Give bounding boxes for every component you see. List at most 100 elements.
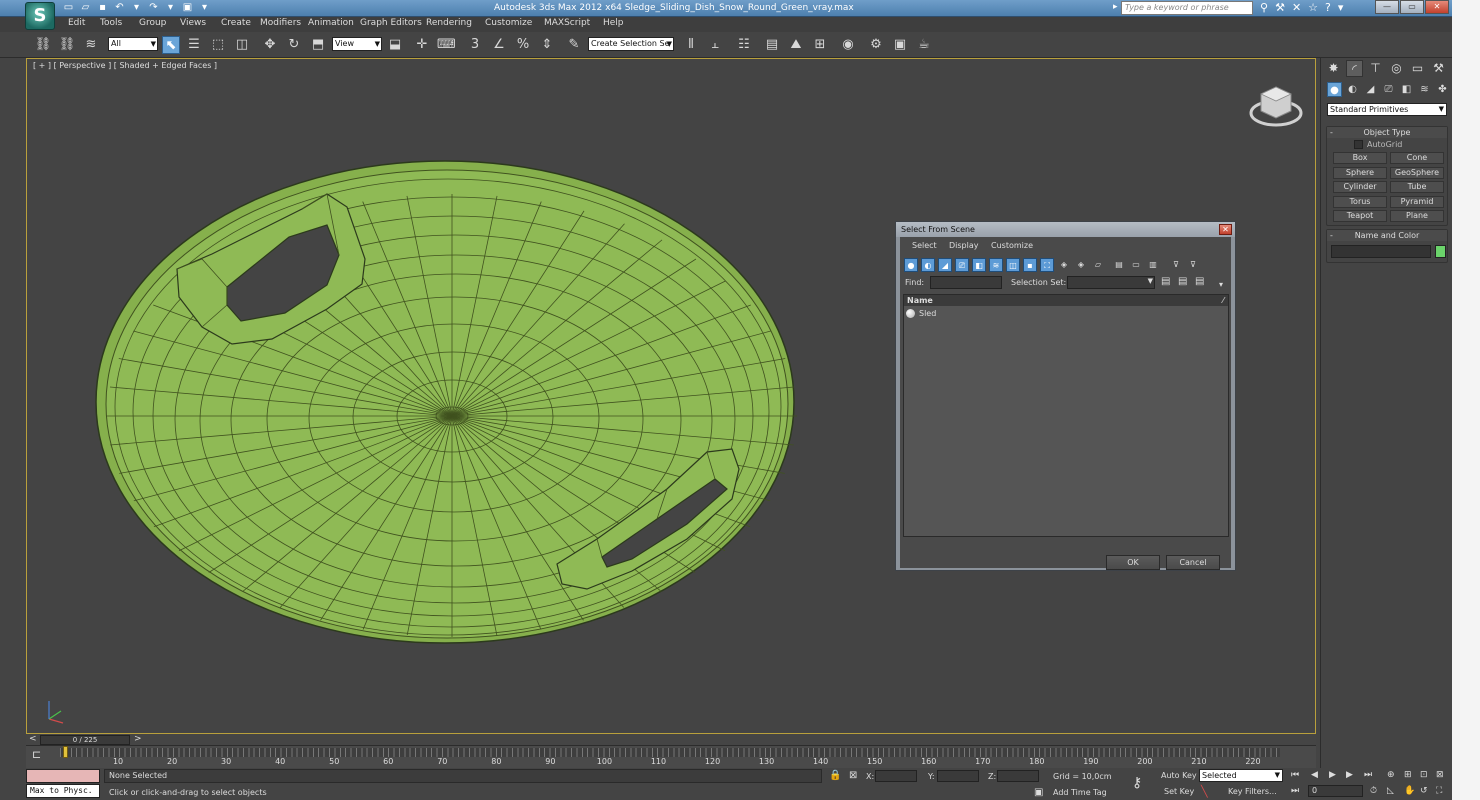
primitive-category-dropdown[interactable]: Standard Primitives ▼ <box>1327 103 1447 116</box>
sphere-button[interactable]: Sphere <box>1333 167 1387 179</box>
x-coordinate-field[interactable] <box>875 770 917 782</box>
open-file-icon[interactable]: ▱ <box>79 2 92 14</box>
select-invert-icon[interactable]: ▥ <box>1146 258 1160 272</box>
lights-icon[interactable]: ◢ <box>1363 82 1378 97</box>
move-icon[interactable]: ✥ <box>261 36 279 54</box>
pivot-center-icon[interactable]: ⬓ <box>386 36 404 54</box>
curve-editor-mini-icon[interactable]: ⊏ <box>32 748 41 761</box>
unlink-icon[interactable]: ⛓ <box>58 36 76 54</box>
menu-maxscript[interactable]: MAXScript <box>544 18 590 28</box>
help-dropdown-icon[interactable]: ▾ <box>1338 1 1344 15</box>
display-bones-icon[interactable]: ⛶ <box>1040 258 1054 272</box>
menu-graph-editors[interactable]: Graph Editors <box>360 18 422 28</box>
object-color-swatch[interactable] <box>1435 245 1446 258</box>
torus-button[interactable]: Torus <box>1333 196 1387 208</box>
current-frame-marker[interactable] <box>63 746 68 758</box>
hierarchy-tab-icon[interactable]: ⊤ <box>1367 60 1384 77</box>
snaps-toggle-icon[interactable]: 3 <box>466 36 484 54</box>
menu-rendering[interactable]: Rendering <box>426 18 472 28</box>
minimize-button[interactable]: — <box>1375 0 1399 14</box>
go-to-end-icon[interactable]: ⏭ <box>1364 770 1372 780</box>
percent-snap-icon[interactable]: % <box>514 36 532 54</box>
display-lights-icon[interactable]: ◢ <box>938 258 952 272</box>
keyboard-shortcut-override-icon[interactable]: ⌨ <box>437 36 456 54</box>
dialog-menu-display[interactable]: Display <box>949 241 979 250</box>
edit-named-selection-icon[interactable]: ✎ <box>565 36 583 54</box>
align-icon[interactable]: ⫠ <box>706 36 724 54</box>
plane-button[interactable]: Plane <box>1390 210 1444 222</box>
find-input[interactable] <box>930 276 1002 289</box>
set-key-button[interactable]: Set Key <box>1164 787 1194 796</box>
display-xrefs-icon[interactable]: ▪ <box>1023 258 1037 272</box>
maxscript-listener-output[interactable] <box>26 769 100 783</box>
mirror-icon[interactable]: ⫴ <box>682 36 700 54</box>
list-item[interactable]: Sled <box>904 308 1228 319</box>
previous-frame-icon[interactable]: ◀ <box>1311 770 1318 780</box>
curve-editor-icon[interactable]: ⛰ <box>787 36 805 54</box>
go-to-start-icon[interactable]: ⏮ <box>1291 770 1299 780</box>
select-manipulate-icon[interactable]: ✛ <box>413 36 431 54</box>
dialog-menu-customize[interactable]: Customize <box>991 241 1033 250</box>
modify-tab-icon[interactable]: ◜ <box>1346 60 1363 77</box>
select-object-icon[interactable]: ⬉ <box>162 36 180 54</box>
motion-tab-icon[interactable]: ◎ <box>1388 60 1405 77</box>
new-file-icon[interactable]: ▭ <box>62 2 75 14</box>
window-crossing-icon[interactable]: ◫ <box>233 36 251 54</box>
ok-button[interactable]: OK <box>1106 555 1160 570</box>
next-frame-icon[interactable]: > <box>134 734 142 744</box>
field-of-view-icon[interactable]: ◺ <box>1387 786 1394 796</box>
toolbar-overflow-icon[interactable]: ▾ <box>1219 280 1223 289</box>
angle-snap-icon[interactable]: ∠ <box>490 36 508 54</box>
systems-icon[interactable]: ✤ <box>1435 82 1450 97</box>
time-slider[interactable]: 0 / 225 <box>40 735 130 745</box>
tube-button[interactable]: Tube <box>1390 181 1444 193</box>
menu-views[interactable]: Views <box>180 18 206 28</box>
geometry-icon[interactable]: ● <box>1327 82 1342 97</box>
display-helpers-icon[interactable]: ◧ <box>972 258 986 272</box>
key-mode-toggle-icon[interactable]: ⏭ <box>1291 786 1299 796</box>
binoculars-icon[interactable]: ⚲ <box>1260 1 1268 15</box>
create-selection-set-icon[interactable]: ▤ <box>1161 276 1170 287</box>
time-config-icon[interactable]: ⏱ <box>1370 786 1377 796</box>
space-warps-icon[interactable]: ≋ <box>1417 82 1432 97</box>
viewcube-icon[interactable] <box>1249 81 1303 129</box>
maximize-button[interactable]: ▭ <box>1400 0 1424 14</box>
z-coordinate-field[interactable] <box>997 770 1039 782</box>
rotate-icon[interactable]: ↻ <box>285 36 303 54</box>
selection-filter-dropdown[interactable]: All ▼ <box>108 37 158 51</box>
menu-create[interactable]: Create <box>221 18 251 28</box>
qa-customize-icon[interactable]: ▾ <box>198 2 211 14</box>
dialog-close-button[interactable]: ✕ <box>1219 224 1232 235</box>
filter-icon[interactable]: ⊽ <box>1169 258 1183 272</box>
pyramid-button[interactable]: Pyramid <box>1390 196 1444 208</box>
graphite-ribbon-icon[interactable]: ▤ <box>763 36 781 54</box>
autogrid-checkbox[interactable] <box>1354 140 1363 149</box>
absolute-mode-icon[interactable]: ⊠ <box>849 770 857 781</box>
shapes-icon[interactable]: ◐ <box>1345 82 1360 97</box>
cylinder-button[interactable]: Cylinder <box>1333 181 1387 193</box>
add-to-selection-set-icon[interactable]: ▤ <box>1195 276 1204 287</box>
select-none-icon[interactable]: ▭ <box>1129 258 1143 272</box>
cone-button[interactable]: Cone <box>1390 152 1444 164</box>
menu-animation[interactable]: Animation <box>308 18 354 28</box>
display-containers-icon[interactable]: ◈ <box>1057 258 1071 272</box>
zoom-icon[interactable]: ⊕ <box>1387 770 1395 780</box>
named-selection-set-dropdown[interactable]: Create Selection Se ▼ <box>588 37 674 51</box>
geosphere-button[interactable]: GeoSphere <box>1390 167 1444 179</box>
undo-icon[interactable]: ↶ <box>113 2 126 14</box>
rectangular-selection-icon[interactable]: ⬚ <box>209 36 227 54</box>
current-frame-field[interactable]: 0 <box>1308 785 1363 797</box>
object-name-field[interactable] <box>1331 245 1431 258</box>
display-hidden-icon[interactable]: ▱ <box>1091 258 1105 272</box>
display-cameras-icon[interactable]: ⎚ <box>955 258 969 272</box>
close-button[interactable]: ✕ <box>1425 0 1449 14</box>
scene-object-list[interactable]: Name ⁄ Sled <box>903 294 1229 537</box>
lock-icon[interactable]: 🔒 <box>829 770 841 781</box>
layer-manager-icon[interactable]: ☷ <box>735 36 753 54</box>
redo-icon[interactable]: ↷ <box>147 2 160 14</box>
app-logo-icon[interactable]: S <box>25 2 55 30</box>
rendered-frame-window-icon[interactable]: ▣ <box>891 36 909 54</box>
bind-space-warp-icon[interactable]: ≋ <box>82 36 100 54</box>
remove-selection-set-icon[interactable]: ▤ <box>1178 276 1187 287</box>
display-groups-icon[interactable]: ◫ <box>1006 258 1020 272</box>
